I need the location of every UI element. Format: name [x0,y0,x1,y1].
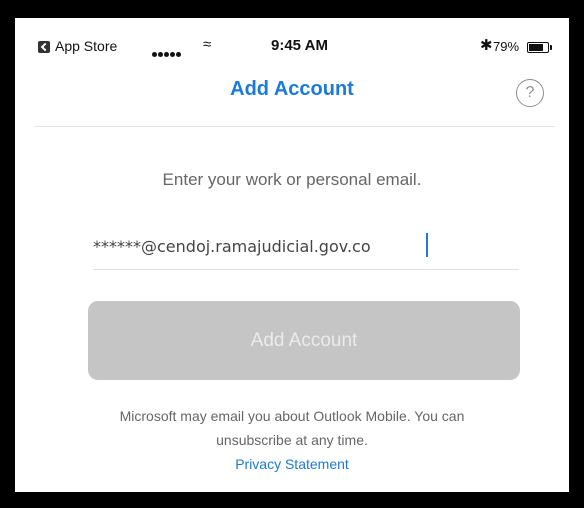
battery-percentage: 79% [493,39,520,54]
wifi-icon: ≈ [203,36,212,53]
add-account-button[interactable]: Add Account [88,301,520,380]
back-to-app-icon[interactable] [38,41,50,53]
status-time: 9:45 AM [271,37,328,54]
email-field-underline [93,269,519,270]
text-caret [426,233,428,257]
nav-divider [35,126,555,127]
email-field[interactable] [93,228,519,264]
help-icon[interactable]: ? [516,79,544,107]
status-bar: App Store ≈ 9:45 AM ✱ 79% [15,18,569,58]
battery-icon [527,42,552,53]
battery-fill [529,44,543,51]
device-frame: App Store ≈ 9:45 AM ✱ 79% Add Account ? … [0,0,584,508]
signal-dots-icon [152,44,182,62]
email-prompt: Enter your work or personal email. [162,170,422,189]
privacy-statement-link[interactable]: Privacy Statement [15,456,569,472]
page-title: Add Account [230,78,354,100]
bluetooth-icon: ✱ [480,37,493,54]
marketing-disclaimer: Microsoft may email you about Outlook Mo… [119,408,465,448]
phone-screen: App Store ≈ 9:45 AM ✱ 79% Add Account ? … [15,18,569,492]
back-app-label[interactable]: App Store [55,38,117,54]
